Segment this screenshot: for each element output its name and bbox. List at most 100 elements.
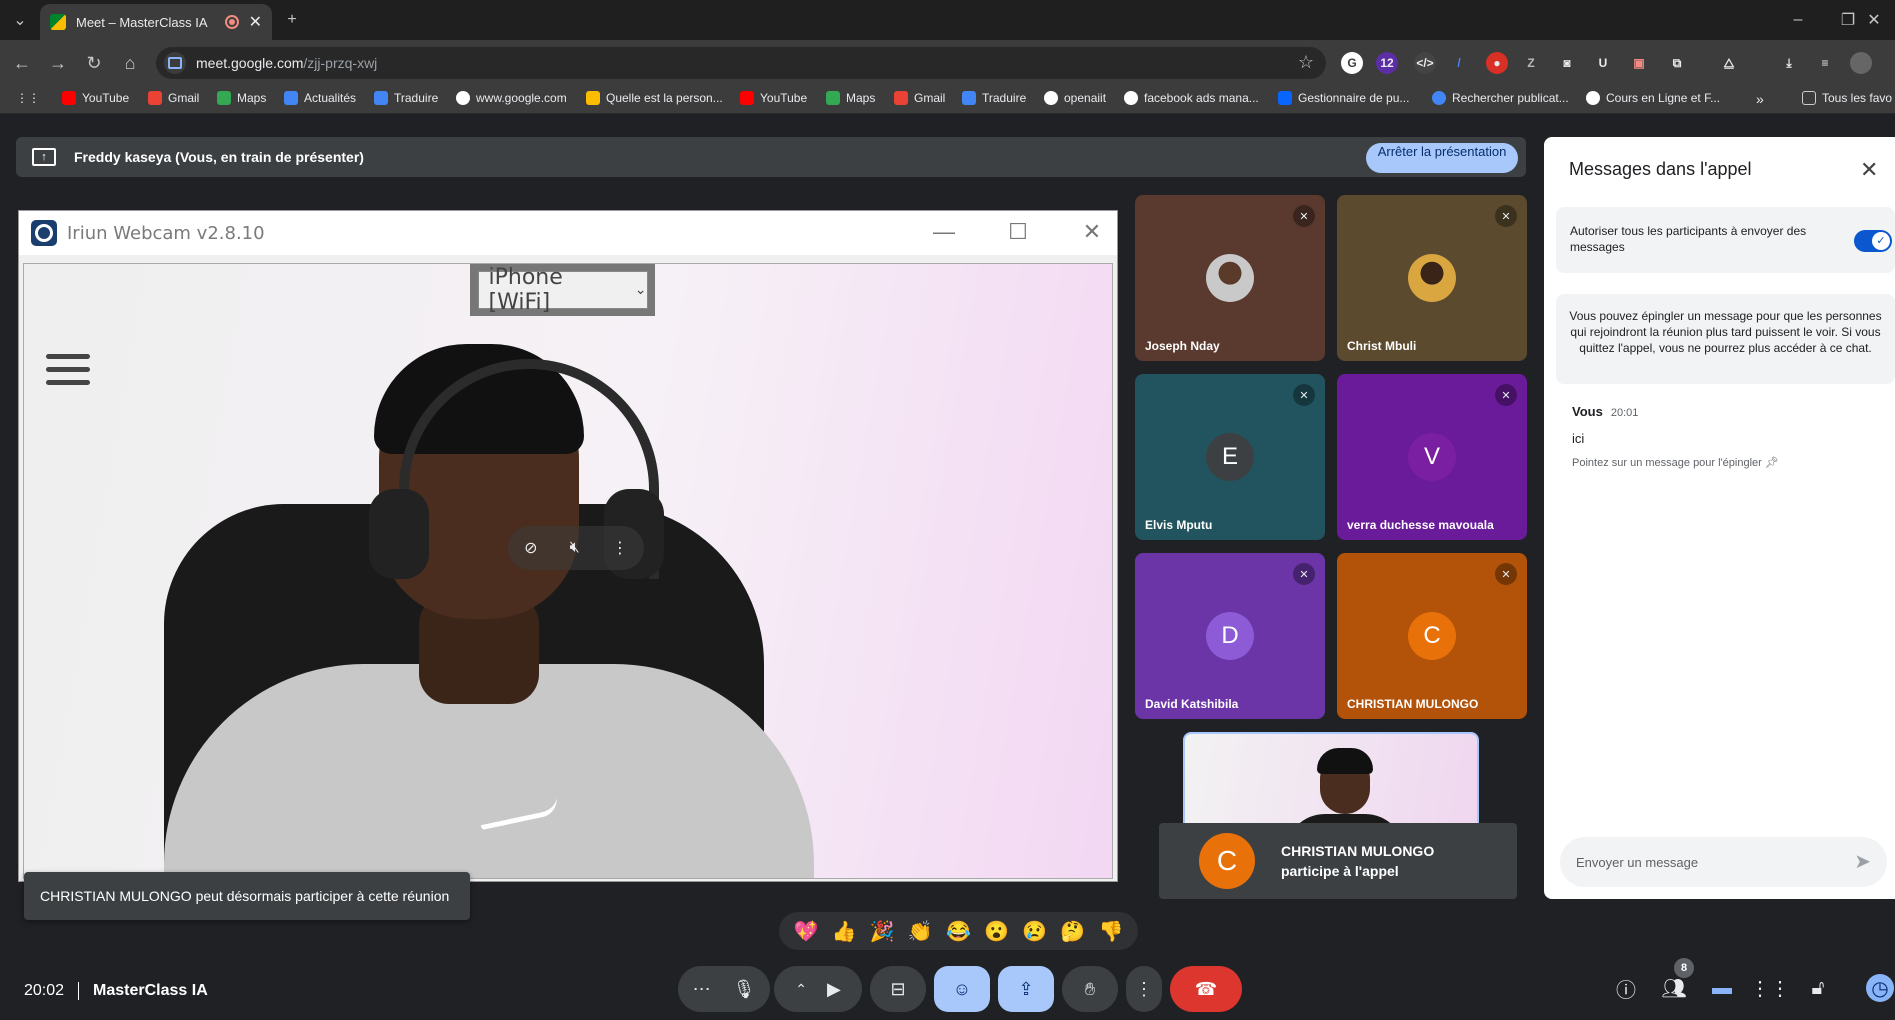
bookmark-7[interactable]: YouTube <box>740 91 807 105</box>
reaction-sad[interactable]: 😢 <box>1022 919 1047 944</box>
address-bar[interactable]: meet.google.com/zjj-przq-xwj ☆ <box>156 47 1326 79</box>
download-icon[interactable]: ⤓ <box>1778 52 1800 74</box>
host-controls-icon[interactable]: 🔓︎ <box>1804 974 1832 1002</box>
chat-message-input[interactable] <box>1576 854 1836 870</box>
bookmark-3[interactable]: Actualités <box>284 91 356 105</box>
device-select[interactable]: iPhone [WiFi] ⌄ <box>470 264 655 316</box>
bookmark-0[interactable]: YouTube <box>62 91 129 105</box>
forward-button[interactable]: → <box>46 51 70 75</box>
bookmark-12[interactable]: facebook ads mana... <box>1124 91 1259 105</box>
extension-code-icon[interactable]: </> <box>1414 52 1436 74</box>
unpin-icon[interactable]: ⊘ <box>524 538 537 558</box>
extensions-puzzle-icon[interactable]: ⧉ <box>1666 52 1688 74</box>
stop-presenting-button[interactable]: Arrêter la présentation <box>1366 143 1518 173</box>
extension-u-icon[interactable]: U <box>1592 52 1614 74</box>
iriun-maximize-icon[interactable]: ☐ <box>1003 219 1033 245</box>
iriun-close-icon[interactable]: ✕ <box>1077 219 1107 245</box>
extension-z-icon[interactable]: Z <box>1520 52 1542 74</box>
camera-icon[interactable]: ▶︎ <box>827 979 841 1000</box>
chat-message[interactable]: Vous 20:01 ici Pointez sur un message pou… <box>1572 403 1779 469</box>
minimize-window-button[interactable]: – <box>1786 8 1810 32</box>
bookmark-1[interactable]: Gmail <box>148 91 199 105</box>
reaction-party[interactable]: 🎉 <box>870 919 895 944</box>
extension-badge-icon[interactable]: 12 <box>1376 52 1398 74</box>
participant-tile-1[interactable]: ✕ Christ Mbuli <box>1337 195 1527 361</box>
device-select-box[interactable]: iPhone [WiFi] ⌄ <box>477 265 648 315</box>
clock-icon[interactable]: ◷ <box>1866 974 1894 1002</box>
join-avatar: C <box>1199 833 1255 889</box>
cast-icon[interactable]: ⧋ <box>1718 52 1740 74</box>
bookmark-14[interactable]: Rechercher publicat... <box>1432 91 1569 105</box>
bookmark-13[interactable]: Gestionnaire de pu... <box>1278 91 1409 105</box>
bookmark-4[interactable]: Traduire <box>374 91 438 105</box>
reaction-thumbs-down[interactable]: 👎 <box>1098 919 1123 944</box>
audio-options-icon[interactable]: ⋯ <box>693 979 711 1000</box>
restore-window-button[interactable]: ❐ <box>1836 8 1860 32</box>
more-options-button[interactable]: ⋮ <box>1126 966 1162 1012</box>
reaction-heart[interactable]: 💖 <box>794 919 819 944</box>
more-options-icon[interactable]: ⋮ <box>612 538 628 558</box>
participant-tile-2[interactable]: E ✕ Elvis Mputu <box>1135 374 1325 540</box>
message-time: 20:01 <box>1610 407 1639 419</box>
bookmark-6[interactable]: Quelle est la person... <box>586 91 723 105</box>
chevron-up-icon[interactable]: ⌃ <box>795 981 807 998</box>
browser-tab-meet[interactable]: Meet – MasterClass IA ✕ <box>40 4 272 40</box>
meet-favicon-icon <box>50 14 66 30</box>
menu-icon[interactable] <box>46 354 90 388</box>
bookmark-label: Gmail <box>914 91 946 105</box>
participant-tile-4[interactable]: D ✕ David Katshibila <box>1135 553 1325 719</box>
activities-icon[interactable]: ⋮⋮ <box>1750 974 1790 1002</box>
send-icon[interactable]: ➤ <box>1854 849 1871 874</box>
all-bookmarks-folder[interactable]: Tous les favo <box>1802 91 1892 105</box>
reaction-laugh[interactable]: 😂 <box>946 919 971 944</box>
participant-tile-5[interactable]: C ✕ CHRISTIAN MULONGO <box>1337 553 1527 719</box>
bookmark-2[interactable]: Maps <box>217 91 266 105</box>
tab-search-icon[interactable]: ⌄ <box>8 8 32 32</box>
reaction-thumbs-up[interactable]: 👍 <box>832 919 857 944</box>
leave-call-button[interactable]: ☎︎ <box>1170 966 1242 1012</box>
allow-messages-toggle[interactable] <box>1854 230 1892 252</box>
bookmark-label: Maps <box>237 91 267 105</box>
extension-red-icon[interactable]: ● <box>1486 52 1508 74</box>
bookmark-10[interactable]: Traduire <box>962 91 1026 105</box>
bookmark-15[interactable]: Cours en Ligne et F... <box>1586 91 1720 105</box>
chat-icon[interactable]: ▬ <box>1708 974 1736 1002</box>
present-screen-button[interactable]: ⇪ <box>998 966 1054 1012</box>
extension-grammarly-icon[interactable]: G <box>1341 52 1363 74</box>
back-button[interactable]: ← <box>10 51 34 75</box>
bookmark-5[interactable]: www.google.com <box>456 91 567 105</box>
profile-avatar[interactable] <box>1850 52 1872 74</box>
apps-grid-icon[interactable]: ⋮⋮ <box>16 91 40 105</box>
reload-button[interactable]: ↻ <box>82 51 106 75</box>
extension-camera-icon[interactable]: ◙ <box>1556 52 1578 74</box>
microphone-icon[interactable]: 🎙︎ <box>733 979 756 1000</box>
mute-audio-icon[interactable]: 🔇︎ <box>570 539 580 557</box>
bookmark-8[interactable]: Maps <box>826 91 875 105</box>
meeting-details-icon[interactable]: ⓘ <box>1612 974 1640 1002</box>
extension-pen-icon[interactable]: / <box>1448 52 1470 74</box>
site-info-icon[interactable] <box>164 52 186 74</box>
pin-icon[interactable]: 📌︎ <box>1765 457 1779 469</box>
close-tab-icon[interactable]: ✕ <box>249 12 262 32</box>
close-chat-icon[interactable]: ✕ <box>1860 157 1878 183</box>
bookmark-star-icon[interactable]: ☆ <box>1298 52 1314 73</box>
people-icon[interactable]: 👥︎ <box>1660 974 1688 1002</box>
more-bookmarks-button[interactable]: » <box>1756 91 1764 107</box>
reaction-clap[interactable]: 👏 <box>908 919 933 944</box>
media-control-icon[interactable]: ≡ <box>1814 52 1836 74</box>
home-button[interactable]: ⌂ <box>118 51 142 75</box>
extension-screen-icon[interactable]: ▣ <box>1628 52 1650 74</box>
new-tab-button[interactable]: + <box>280 8 304 32</box>
captions-button[interactable]: ⊟ <box>870 966 926 1012</box>
raise-hand-button[interactable]: ✋︎ <box>1062 966 1118 1012</box>
chat-input-box[interactable]: ➤ <box>1560 837 1887 887</box>
reaction-thinking[interactable]: 🤔 <box>1060 919 1085 944</box>
reactions-button[interactable]: ☺ <box>934 966 990 1012</box>
reaction-surprised[interactable]: 😮 <box>984 919 1009 944</box>
bookmark-11[interactable]: openaiit <box>1044 91 1106 105</box>
bookmark-9[interactable]: Gmail <box>894 91 945 105</box>
iriun-minimize-icon[interactable]: — <box>929 219 959 245</box>
participant-tile-3[interactable]: V ✕ verra duchesse mavouala <box>1337 374 1527 540</box>
close-window-button[interactable]: ✕ <box>1862 8 1886 32</box>
participant-tile-0[interactable]: ✕ Joseph Nday <box>1135 195 1325 361</box>
